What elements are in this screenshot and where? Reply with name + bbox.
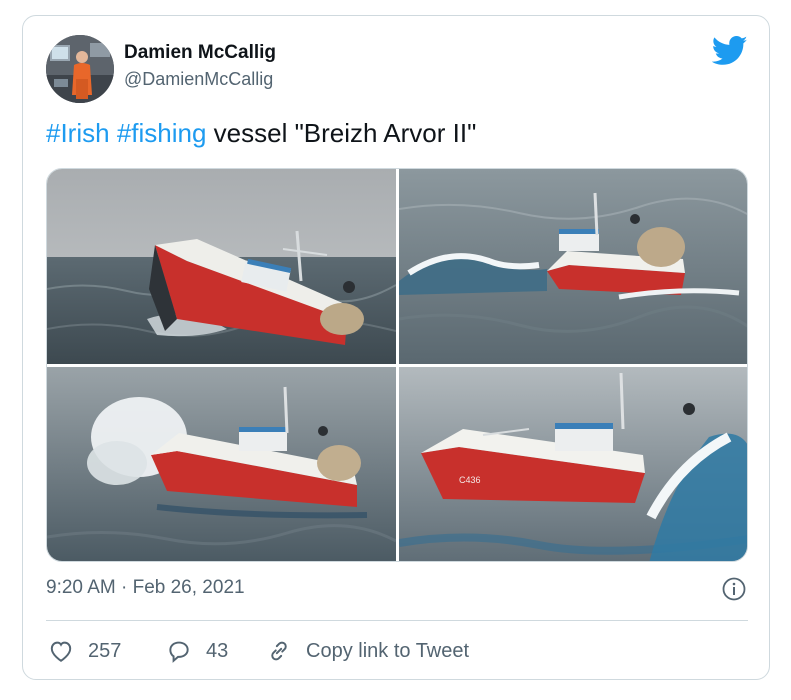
heart-icon bbox=[50, 641, 72, 662]
avatar[interactable] bbox=[46, 35, 114, 103]
reply-icon bbox=[169, 641, 189, 663]
vessel-photo-1[interactable] bbox=[47, 169, 396, 364]
info-icon[interactable] bbox=[722, 577, 746, 601]
author-name[interactable]: Damien McCallig bbox=[124, 42, 276, 64]
divider bbox=[46, 620, 748, 621]
twitter-bird-icon[interactable] bbox=[711, 36, 748, 66]
copy-link-label: Copy link to Tweet bbox=[306, 639, 470, 662]
hashtag-irish[interactable]: #Irish bbox=[46, 118, 110, 148]
link-icon bbox=[271, 641, 287, 661]
reply-count: 43 bbox=[206, 639, 229, 662]
vessel-photo-3[interactable] bbox=[47, 367, 396, 561]
reply-button[interactable]: 43 bbox=[166, 638, 228, 664]
tweet-timestamp[interactable]: 9:20 AM · Feb 26, 2021 bbox=[46, 577, 245, 599]
vessel-photo-2[interactable] bbox=[399, 169, 747, 364]
media-grid: C436 bbox=[46, 168, 748, 562]
vessel-photo-4[interactable]: C436 bbox=[399, 367, 747, 561]
copy-link-button[interactable]: Copy link to Tweet bbox=[266, 638, 469, 664]
like-button[interactable]: 257 bbox=[48, 638, 121, 664]
tweet-body-text: vessel "Breizh Arvor II" bbox=[206, 118, 477, 148]
tweet-text: #Irish #fishing vessel "Breizh Arvor II" bbox=[46, 118, 476, 149]
hull-number: C436 bbox=[459, 475, 481, 485]
author-handle[interactable]: @DamienMcCallig bbox=[124, 69, 273, 90]
hashtag-fishing[interactable]: #fishing bbox=[117, 118, 207, 148]
like-count: 257 bbox=[88, 639, 122, 662]
